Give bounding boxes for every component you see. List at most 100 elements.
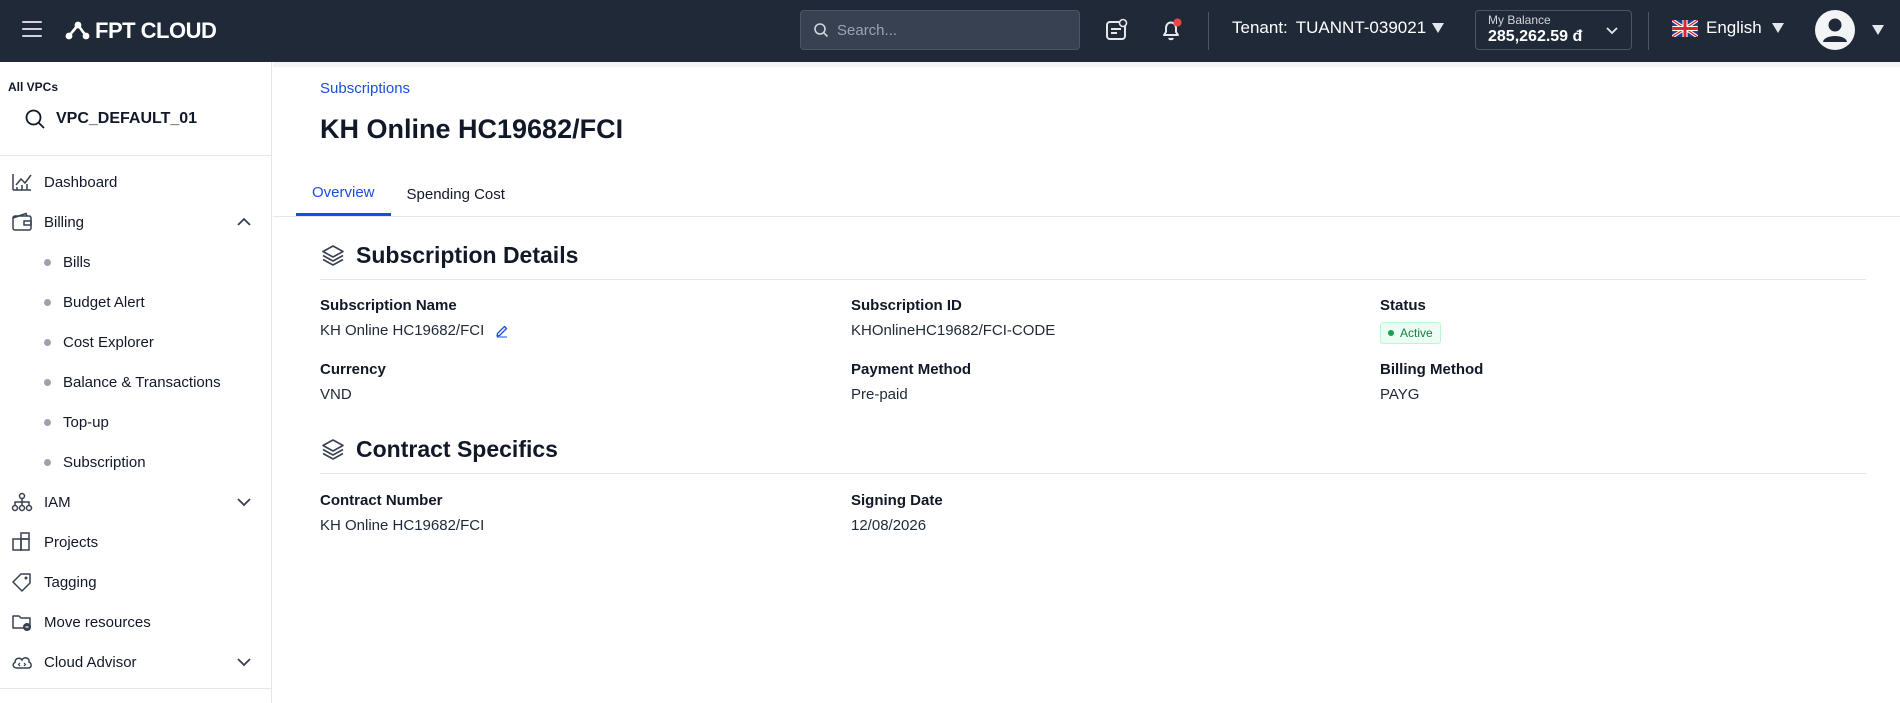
notification-bell-icon[interactable] <box>1158 17 1184 43</box>
search-input[interactable] <box>837 21 1067 39</box>
user-avatar[interactable] <box>1815 10 1855 50</box>
caret-down-icon <box>1771 23 1784 33</box>
sidebar-item-dashboard[interactable]: Dashboard <box>0 162 272 202</box>
section-title: Subscription Details <box>356 242 579 268</box>
field-label: Status <box>1380 297 1426 314</box>
balance-amount: 285,262.59 đ <box>1488 28 1583 45</box>
field-label: Contract Number <box>320 492 443 509</box>
sidebar-subitem-label: Cost Explorer <box>63 333 154 351</box>
sidebar-subitem-bills[interactable]: Bills <box>0 242 272 282</box>
vpc-selector[interactable]: VPC_DEFAULT_01 <box>24 108 197 130</box>
sidebar-divider <box>0 688 272 689</box>
sidebar-item-billing[interactable]: Billing <box>0 202 272 242</box>
sidebar-item-label: Cloud Advisor <box>44 653 137 671</box>
brand-logo[interactable]: FPT CLOUD <box>64 18 217 44</box>
bullet-dot <box>44 378 51 386</box>
field-label: Billing Method <box>1380 361 1484 378</box>
status-badge: Active <box>1380 322 1441 344</box>
section-divider <box>320 473 1866 474</box>
status-text: Active <box>1400 326 1433 340</box>
section-divider <box>320 279 1866 280</box>
hierarchy-icon <box>9 491 35 513</box>
sidebar-item-projects[interactable]: Projects <box>0 522 272 562</box>
chevron-down-icon <box>1606 27 1618 35</box>
layers-icon <box>322 244 344 266</box>
tabs-divider <box>273 216 1900 217</box>
fpt-logo-icon <box>65 21 90 40</box>
clipboard-icon[interactable] <box>1103 17 1129 43</box>
tenant-value: TUANNT-039021 <box>1295 18 1427 37</box>
field-label: Subscription Name <box>320 297 457 314</box>
sidebar-item-cloud-advisor[interactable]: Cloud Advisor <box>0 642 272 682</box>
field-signing-date: Signing Date 12/08/2026 <box>851 492 943 534</box>
field-value: Pre-paid <box>851 386 908 403</box>
breadcrumb-subscriptions[interactable]: Subscriptions <box>320 80 410 97</box>
tab-bar: Overview Spending Cost <box>296 172 521 216</box>
layers-icon <box>322 438 344 460</box>
field-subscription-name: Subscription Name KH Online HC19682/FCI <box>320 297 509 339</box>
sidebar-subitem-label: Budget Alert <box>63 293 145 311</box>
sidebar-item-label: Projects <box>44 533 99 551</box>
field-label: Currency <box>320 361 386 378</box>
tab-overview[interactable]: Overview <box>296 172 391 216</box>
sidebar-item-iam[interactable]: IAM <box>0 482 272 522</box>
sidebar-subitem-label: Subscription <box>63 453 146 471</box>
sidebar-subitem-top-up[interactable]: Top-up <box>0 402 272 442</box>
sidebar-divider <box>0 155 272 156</box>
move-icon <box>9 611 35 633</box>
field-currency: Currency VND <box>320 361 386 403</box>
status-dot <box>1388 330 1394 336</box>
sidebar-subitem-label: Balance & Transactions <box>63 373 221 391</box>
field-label: Payment Method <box>851 361 972 378</box>
field-value: 12/08/2026 <box>851 517 927 534</box>
top-bar: FPT CLOUD Tenant: TUANNT-039021 My Balan… <box>0 0 1900 62</box>
field-label: Signing Date <box>851 492 943 509</box>
sidebar-subitem-subscription[interactable]: Subscription <box>0 442 272 482</box>
sidebar-item-tagging[interactable]: Tagging <box>0 562 272 602</box>
section-subscription-details: Subscription Details <box>320 242 578 269</box>
tenant-label: Tenant: <box>1232 18 1288 37</box>
user-icon <box>1823 18 1847 42</box>
search-icon <box>25 109 45 129</box>
header-shadow <box>273 62 1900 67</box>
page-title: KH Online HC19682/FCI <box>320 114 624 144</box>
edit-pencil-icon[interactable] <box>495 324 509 338</box>
bullet-dot <box>44 338 51 346</box>
field-subscription-id: Subscription ID KHOnlineHC19682/FCI-CODE <box>851 297 1055 339</box>
chevron-down-icon <box>237 498 251 507</box>
bullet-dot <box>44 258 51 266</box>
sidebar-subitem-budget-alert[interactable]: Budget Alert <box>0 282 272 322</box>
balance-dropdown[interactable]: My Balance 285,262.59 đ <box>1475 10 1632 50</box>
sidebar-subitem-label: Top-up <box>63 413 109 431</box>
projects-icon <box>9 531 35 553</box>
chevron-up-icon <box>237 217 251 226</box>
vpc-value: VPC_DEFAULT_01 <box>56 110 198 127</box>
field-billing-method: Billing Method PAYG <box>1380 361 1483 403</box>
balance-label: My Balance <box>1488 13 1551 27</box>
field-value: VND <box>320 386 352 403</box>
search-icon <box>814 23 829 38</box>
topbar-divider <box>1208 12 1209 50</box>
tenant-selector[interactable]: Tenant: TUANNT-039021 <box>1232 18 1445 38</box>
language-selector[interactable]: English <box>1672 18 1784 38</box>
sidebar-subitem-balance-transactions[interactable]: Balance & Transactions <box>0 362 272 402</box>
hamburger-menu-icon[interactable] <box>22 21 42 39</box>
field-contract-number: Contract Number KH Online HC19682/FCI <box>320 492 484 534</box>
global-search[interactable] <box>800 10 1080 50</box>
wallet-icon <box>9 211 35 233</box>
sidebar-item-label: Move resources <box>44 613 151 631</box>
language-label: English <box>1706 18 1762 37</box>
field-value: KH Online HC19682/FCI <box>320 322 485 339</box>
sidebar-nav: Dashboard Billing Bills Budget Alert Cos… <box>0 162 272 682</box>
section-title: Contract Specifics <box>356 436 558 462</box>
chevron-down-icon <box>237 658 251 667</box>
caret-down-icon[interactable] <box>1872 25 1884 35</box>
sidebar-subitem-cost-explorer[interactable]: Cost Explorer <box>0 322 272 362</box>
bullet-dot <box>44 418 51 426</box>
field-label: Subscription ID <box>851 297 962 314</box>
bullet-dot <box>44 298 51 306</box>
sidebar-item-label: Billing <box>44 213 85 231</box>
field-payment-method: Payment Method Pre-paid <box>851 361 971 403</box>
sidebar-item-move-resources[interactable]: Move resources <box>0 602 272 642</box>
tab-spending-cost[interactable]: Spending Cost <box>391 172 521 216</box>
